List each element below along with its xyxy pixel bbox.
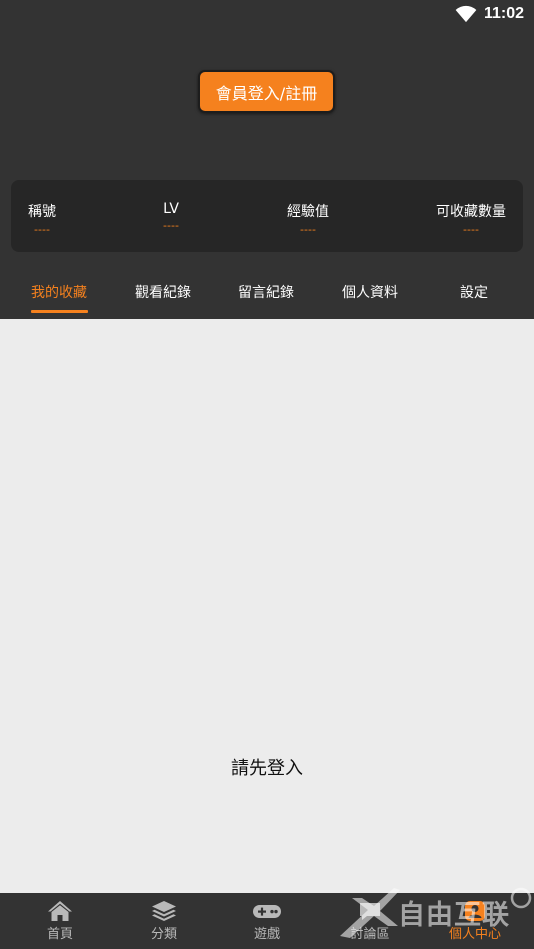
gamepad-icon [253,905,281,918]
profile-tabs: 我的收藏 觀看紀錄 留言紀錄 個人資料 設定 [0,270,534,319]
tab-comment-history[interactable]: 留言紀錄 [238,282,294,302]
empty-state-message: 請先登入 [231,758,303,779]
nav-games-label: 遊戲 [253,927,280,942]
active-tab-indicator [31,310,88,313]
stat-experience: 經驗值 ---- [287,201,329,236]
stat-experience-value: ---- [300,223,316,236]
wifi-icon [455,5,477,23]
status-time: 11:02 [484,5,525,22]
nav-home[interactable]: 首頁 [10,893,110,949]
nav-games[interactable]: 遊戲 [217,893,317,949]
tab-watch-history[interactable]: 觀看紀錄 [135,282,191,302]
watermark-text: 自由互联 [398,900,510,931]
stat-level-label: LV [163,201,179,217]
stat-title: 稱號 ---- [28,201,56,236]
stat-collection-capacity-value: ---- [463,223,479,236]
stat-title-value: ---- [34,223,50,236]
stat-level: LV ---- [161,201,181,232]
layers-icon [152,901,176,921]
stat-collection-capacity: 可收藏數量 ---- [436,201,506,236]
nav-home-label: 首頁 [46,927,73,942]
tab-personal-info[interactable]: 個人資料 [342,282,398,302]
tab-settings[interactable]: 設定 [460,282,488,302]
stat-title-label: 稱號 [28,204,56,220]
home-icon [48,901,72,921]
stat-experience-label: 經驗值 [287,204,329,220]
nav-categories-label: 分類 [150,927,177,942]
login-register-button[interactable]: 會員登入/註冊 [198,70,335,113]
tab-my-favorites[interactable]: 我的收藏 [31,282,87,302]
nav-categories[interactable]: 分類 [114,893,214,949]
profile-header: 11:02 會員登入/註冊 稱號 ---- LV ---- 經驗值 ---- 可… [0,0,534,319]
status-bar: 11:02 [0,0,534,30]
stats-panel: 稱號 ---- LV ---- 經驗值 ---- 可收藏數量 ---- [11,180,523,252]
stat-collection-capacity-label: 可收藏數量 [436,204,506,220]
stat-level-value: ---- [163,219,179,232]
